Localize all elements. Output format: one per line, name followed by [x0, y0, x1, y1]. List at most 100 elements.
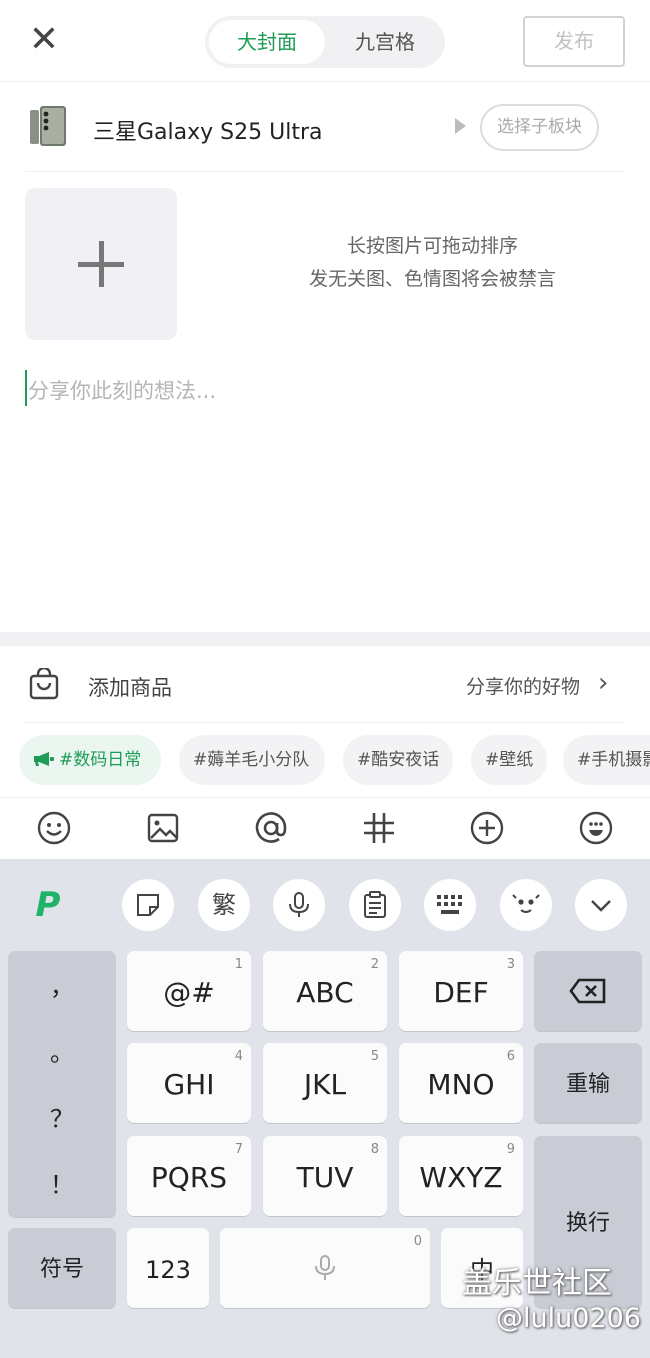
key-number: 7 [234, 1142, 243, 1157]
key-5[interactable]: 5 JKL [263, 1043, 387, 1123]
text-cursor [25, 370, 27, 406]
key-2[interactable]: 2 ABC [263, 951, 387, 1031]
key-number: 5 [370, 1049, 379, 1064]
punct-question[interactable]: ？ [8, 1099, 116, 1134]
watermark-user: @lulu0206 [496, 1303, 641, 1334]
emoji-face-glyph [512, 894, 540, 913]
tag-label: #薅羊毛小分队 [193, 750, 310, 770]
punct-comma[interactable]: ， [8, 967, 116, 1002]
punct-period[interactable]: 。 [8, 1033, 116, 1068]
cover-mode-toggle: 大封面 九宫格 [205, 16, 445, 68]
key-1[interactable]: 1 @# [127, 951, 251, 1031]
sticker-icon[interactable] [122, 879, 174, 931]
punctuation-column[interactable]: ， 。 ？ ！ [8, 951, 116, 1217]
mic-glyph [289, 892, 309, 917]
close-icon[interactable]: ✕ [28, 22, 60, 58]
key-8[interactable]: 8 TUV [263, 1136, 387, 1216]
sticker-glyph [137, 894, 159, 916]
key-number: 1 [234, 957, 243, 972]
chevron-right-icon: › [598, 668, 609, 698]
tag-label: #数码日常 [59, 750, 142, 770]
tag-label: #手机摄影 [577, 750, 650, 770]
key-number: 3 [506, 957, 515, 972]
megaphone-icon [34, 752, 54, 766]
logo-icon[interactable]: P [22, 879, 74, 931]
image-hint: 长按图片可拖动排序 发无关图、色情图将会被禁言 [240, 230, 625, 296]
key-4[interactable]: 4 GHI [127, 1043, 251, 1123]
sticker-icon[interactable] [578, 810, 614, 846]
mic-icon [315, 1255, 335, 1280]
tag-chip[interactable]: #手机摄影 [563, 735, 650, 785]
hint-line-1: 长按图片可拖动排序 [346, 235, 518, 257]
hashtag-icon[interactable] [361, 810, 397, 846]
number-mode-button[interactable]: 123 [127, 1228, 209, 1308]
at-icon[interactable] [253, 810, 289, 846]
clipboard-icon[interactable] [349, 879, 401, 931]
key-label: GHI [163, 1068, 215, 1101]
tag-label: #酷安夜话 [357, 750, 440, 770]
backspace-button[interactable] [534, 951, 642, 1031]
topic-tags: #数码日常 #薅羊毛小分队 #酷安夜话 #壁纸 #手机摄影 [0, 735, 650, 785]
add-circle-icon[interactable] [469, 810, 505, 846]
add-goods-row[interactable]: 添加商品 分享你的好物 › [0, 646, 650, 724]
share-goods-label: 分享你的好物 [466, 676, 581, 698]
traditional-chinese-button[interactable]: 繁 [198, 879, 250, 931]
select-sub-board-button[interactable]: 选择子板块 [480, 104, 599, 151]
key-label: 符号 [39, 1257, 84, 1282]
tag-chip[interactable]: #壁纸 [471, 735, 547, 785]
clipboard-glyph [364, 891, 386, 918]
key-9[interactable]: 9 WXYZ [399, 1136, 523, 1216]
space-bar[interactable]: 0 [220, 1228, 430, 1308]
key-label: 123 [145, 1256, 191, 1284]
key-number: 8 [370, 1142, 379, 1157]
reinput-button[interactable]: 重输 [534, 1043, 642, 1123]
triangle-right-icon [455, 118, 466, 134]
key-label: WXYZ [419, 1161, 503, 1194]
key-number: 9 [506, 1142, 515, 1157]
key-label: ABC [296, 976, 354, 1009]
key-label: @# [163, 976, 215, 1009]
key-3[interactable]: 3 DEF [399, 951, 523, 1031]
tab-grid[interactable]: 九宫格 [329, 20, 441, 64]
mic-icon[interactable] [273, 879, 325, 931]
image-icon[interactable] [145, 810, 181, 846]
top-bar: ✕ 大封面 九宫格 发布 [0, 0, 650, 82]
tab-cover[interactable]: 大封面 [209, 20, 325, 64]
key-7[interactable]: 7 PQRS [127, 1136, 251, 1216]
phone-thumbnail-icon [30, 106, 66, 146]
chevron-down-icon[interactable] [575, 879, 627, 931]
key-label: MNO [427, 1068, 495, 1101]
key-number: 2 [370, 957, 379, 972]
divider [25, 722, 625, 723]
board-name: 三星Galaxy S25 Ultra [93, 120, 323, 145]
tag-chip[interactable]: #数码日常 [19, 735, 161, 785]
punct-exclaim[interactable]: ！ [8, 1165, 116, 1200]
tag-chip[interactable]: #薅羊毛小分队 [179, 735, 325, 785]
key-number: 6 [506, 1049, 515, 1064]
emoji-face-icon[interactable] [500, 879, 552, 931]
key-number: 0 [413, 1234, 422, 1249]
publish-button[interactable]: 发布 [523, 16, 625, 67]
add-image-button[interactable] [25, 188, 177, 340]
key-label: DEF [433, 976, 489, 1009]
key-label: PQRS [150, 1161, 228, 1194]
add-goods-label: 添加商品 [88, 676, 172, 700]
editor-toolbar [0, 797, 650, 859]
symbols-button[interactable]: 符号 [8, 1228, 116, 1308]
key-label: 重输 [565, 1072, 610, 1097]
hint-line-2: 发无关图、色情图将会被禁言 [308, 268, 556, 290]
watermark-community: 盖乐世社区 [462, 1266, 612, 1301]
keyboard-icon[interactable] [424, 879, 476, 931]
board-row[interactable]: 三星Galaxy S25 Ultra 选择子板块 [25, 90, 625, 172]
emoji-icon[interactable] [36, 810, 72, 846]
keyboard-glyph [437, 895, 462, 914]
backspace-icon [569, 978, 606, 1004]
tag-chip[interactable]: #酷安夜话 [343, 735, 453, 785]
key-number: 4 [234, 1049, 243, 1064]
post-text-input[interactable]: 分享你此刻的想法... [28, 375, 216, 405]
key-label: TUV [296, 1161, 354, 1194]
chevron-down-glyph [591, 900, 611, 912]
key-6[interactable]: 6 MNO [399, 1043, 523, 1123]
section-divider [0, 632, 650, 646]
plus-icon-stroke [99, 241, 104, 287]
